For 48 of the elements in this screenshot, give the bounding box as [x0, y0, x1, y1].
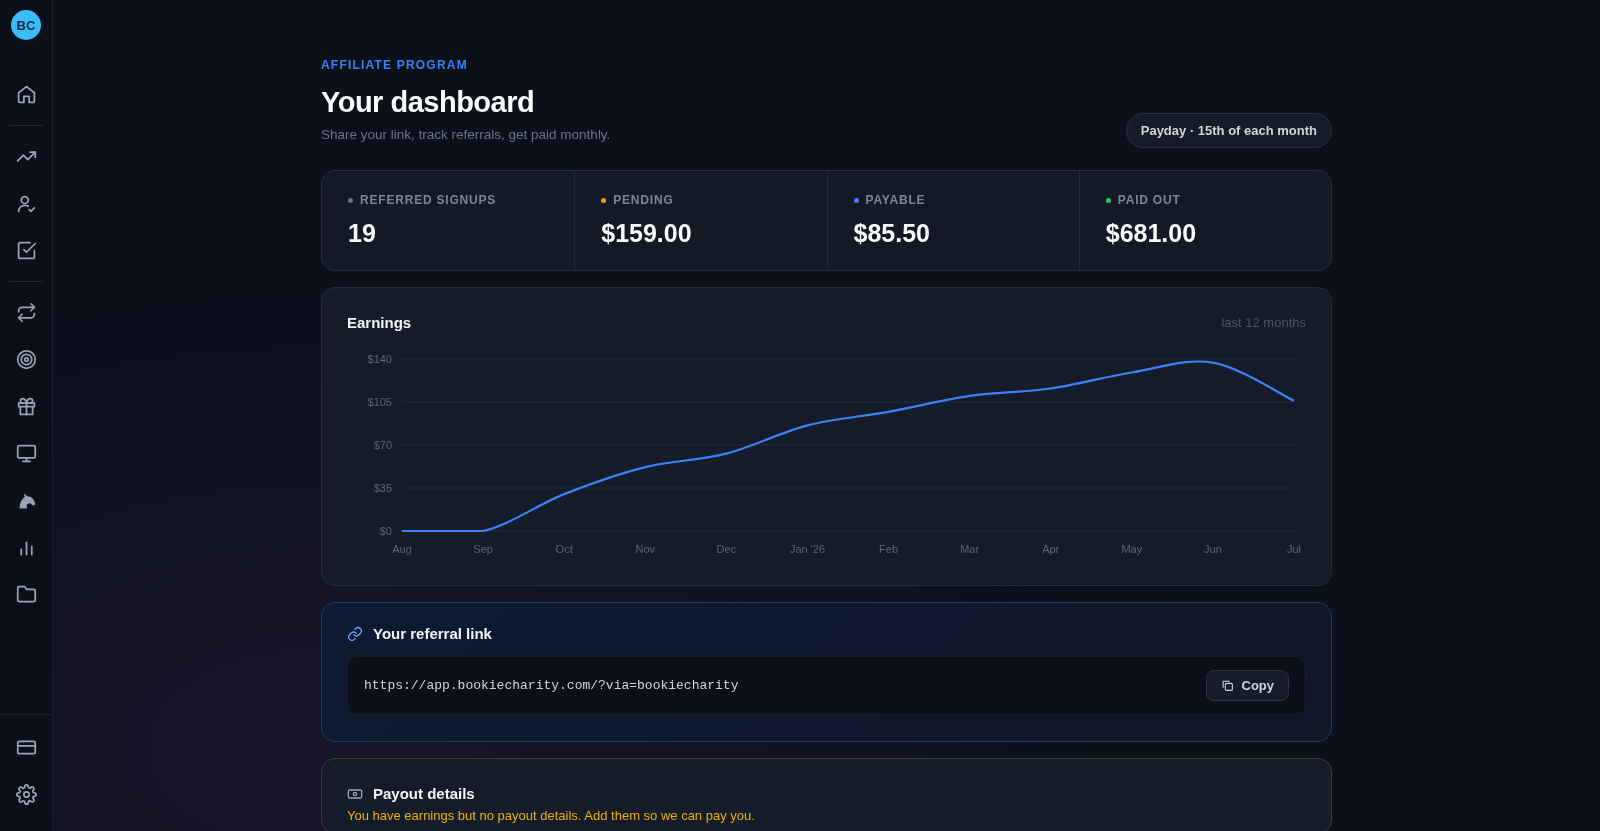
axis-label: Mar: [960, 543, 980, 555]
axis-label: Feb: [879, 543, 899, 555]
axis-label: Apr: [1042, 543, 1060, 555]
axis-label: $70: [373, 439, 392, 451]
axis-label: $140: [367, 353, 392, 365]
axis-label: Jun: [1204, 543, 1222, 555]
section-label: AFFILIATE PROGRAM: [321, 58, 469, 72]
gift-icon[interactable]: [15, 396, 37, 417]
axis-label: $35: [373, 482, 392, 494]
home-icon[interactable]: [15, 84, 37, 105]
axis-label: Sep: [473, 543, 493, 555]
user-check-icon[interactable]: [15, 193, 37, 214]
range-label: last 12 months: [1221, 315, 1306, 330]
axis-label: Jan '26: [789, 543, 825, 555]
stat-label: PAYABLE: [865, 193, 926, 207]
payday-badge: Payday · 15th of each month: [1125, 113, 1332, 148]
stat-label: PAID OUT: [1117, 193, 1181, 207]
card-title: Earnings: [347, 314, 412, 331]
settings-icon[interactable]: [15, 784, 37, 805]
copy-icon: [1220, 679, 1234, 692]
stat-value: 19: [348, 219, 377, 248]
stat-value: $85.50: [853, 219, 931, 248]
link-icon: [347, 625, 363, 642]
stat-value: $159.00: [601, 219, 693, 248]
axis-label: Nov: [635, 543, 656, 555]
logo-badge[interactable]: BC: [11, 10, 41, 40]
axis-label: Oct: [555, 543, 573, 555]
repeat-icon[interactable]: [15, 302, 37, 323]
axis-label: Dec: [716, 543, 737, 555]
folder-icon[interactable]: [15, 584, 37, 605]
axis-label: Jul: [1286, 543, 1302, 555]
stat-value: $681.00: [1105, 219, 1198, 248]
warning-message: You have earnings but no payout details. Add them so we can pay you.: [347, 808, 756, 823]
copy-button[interactable]: Copy: [1205, 670, 1289, 701]
referral-link-field[interactable]: https://app.bookiecharity.com/?via=bookiecharity Copy: [347, 656, 1306, 715]
checkbox-icon[interactable]: [15, 240, 37, 261]
card-title: Your referral link: [373, 625, 492, 642]
monitor-icon[interactable]: [15, 443, 37, 464]
card-title: Payout details: [373, 785, 475, 802]
page-subtitle: Share your link, track referrals, get paid monthly.: [321, 127, 611, 142]
axis-label: Aug: [392, 543, 412, 555]
stat-label: REFERRED SIGNUPS: [360, 193, 497, 207]
target-icon[interactable]: [15, 349, 37, 370]
stat-label: PENDING: [613, 193, 674, 207]
axis-label: $105: [367, 396, 392, 408]
page-title: Your dashboard: [321, 86, 536, 119]
axis-label: $0: [379, 525, 392, 537]
axis-label: May: [1121, 543, 1143, 555]
